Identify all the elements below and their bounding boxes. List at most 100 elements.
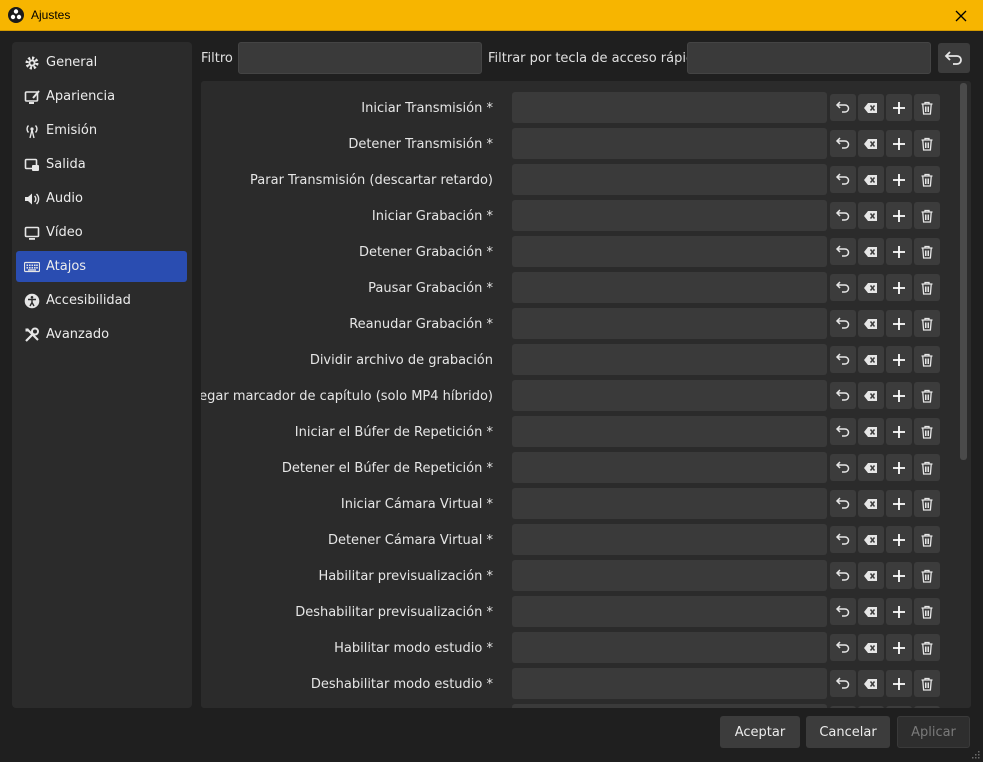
cancel-button[interactable]: Cancelar <box>806 716 890 748</box>
revert-button[interactable] <box>830 670 856 697</box>
hotkey-input[interactable] <box>512 344 827 375</box>
add-button[interactable] <box>886 598 912 625</box>
clear-button[interactable] <box>858 706 884 708</box>
revert-button[interactable] <box>830 274 856 301</box>
hotkey-input[interactable] <box>512 272 827 303</box>
hotkey-input[interactable] <box>512 92 827 123</box>
hotkey-input[interactable] <box>512 308 827 339</box>
close-window-button[interactable] <box>939 0 983 31</box>
accept-button[interactable]: Aceptar <box>720 716 800 748</box>
sidebar-item-audio[interactable]: Audio <box>16 183 187 214</box>
sidebar-item-atajos[interactable]: Atajos <box>16 251 187 282</box>
remove-button[interactable] <box>914 526 940 553</box>
clear-button[interactable] <box>858 274 884 301</box>
revert-button[interactable] <box>830 418 856 445</box>
add-button[interactable] <box>886 346 912 373</box>
remove-button[interactable] <box>914 382 940 409</box>
clear-button[interactable] <box>858 346 884 373</box>
add-button[interactable] <box>886 562 912 589</box>
clear-button[interactable] <box>858 670 884 697</box>
filter-input[interactable] <box>238 42 482 74</box>
remove-button[interactable] <box>914 202 940 229</box>
clear-button[interactable] <box>858 94 884 121</box>
remove-button[interactable] <box>914 454 940 481</box>
sidebar-item-accesibilidad[interactable]: Accesibilidad <box>16 285 187 316</box>
add-button[interactable] <box>886 418 912 445</box>
add-button[interactable] <box>886 130 912 157</box>
add-button[interactable] <box>886 634 912 661</box>
add-button[interactable] <box>886 454 912 481</box>
hotkey-input[interactable] <box>512 668 827 699</box>
remove-button[interactable] <box>914 166 940 193</box>
revert-button[interactable] <box>830 202 856 229</box>
clear-button[interactable] <box>858 310 884 337</box>
sidebar-item-avanzado[interactable]: Avanzado <box>16 319 187 350</box>
remove-button[interactable] <box>914 274 940 301</box>
add-button[interactable] <box>886 490 912 517</box>
scrollbar[interactable] <box>958 81 969 708</box>
add-button[interactable] <box>886 166 912 193</box>
add-button[interactable] <box>886 202 912 229</box>
remove-button[interactable] <box>914 94 940 121</box>
hotkey-input[interactable] <box>512 632 827 663</box>
remove-button[interactable] <box>914 346 940 373</box>
clear-button[interactable] <box>858 130 884 157</box>
hotkey-input[interactable] <box>512 704 827 708</box>
clear-button[interactable] <box>858 202 884 229</box>
revert-button[interactable] <box>830 634 856 661</box>
remove-button[interactable] <box>914 310 940 337</box>
remove-button[interactable] <box>914 490 940 517</box>
revert-button[interactable] <box>830 526 856 553</box>
remove-button[interactable] <box>914 670 940 697</box>
add-button[interactable] <box>886 670 912 697</box>
revert-button[interactable] <box>830 382 856 409</box>
hotkey-input[interactable] <box>512 560 827 591</box>
apply-button[interactable]: Aplicar <box>897 716 970 748</box>
hotkey-input[interactable] <box>512 164 827 195</box>
revert-button[interactable] <box>830 454 856 481</box>
sidebar-item-apariencia[interactable]: Apariencia <box>16 81 187 112</box>
remove-button[interactable] <box>914 418 940 445</box>
hotkey-input[interactable] <box>512 416 827 447</box>
add-button[interactable] <box>886 274 912 301</box>
add-button[interactable] <box>886 94 912 121</box>
revert-button[interactable] <box>830 598 856 625</box>
revert-button[interactable] <box>830 130 856 157</box>
hotkey-input[interactable] <box>512 488 827 519</box>
add-button[interactable] <box>886 310 912 337</box>
add-button[interactable] <box>886 526 912 553</box>
clear-button[interactable] <box>858 166 884 193</box>
hotkey-input[interactable] <box>512 200 827 231</box>
resize-grip-icon[interactable] <box>970 749 980 759</box>
clear-button[interactable] <box>858 238 884 265</box>
scrollbar-thumb[interactable] <box>960 83 967 460</box>
remove-button[interactable] <box>914 238 940 265</box>
hotkey-input[interactable] <box>512 380 827 411</box>
remove-button[interactable] <box>914 706 940 708</box>
hotkey-input[interactable] <box>512 524 827 555</box>
revert-button[interactable] <box>830 94 856 121</box>
sidebar-item-video[interactable]: Vídeo <box>16 217 187 248</box>
revert-button[interactable] <box>830 166 856 193</box>
revert-button[interactable] <box>830 310 856 337</box>
clear-button[interactable] <box>858 562 884 589</box>
clear-button[interactable] <box>858 454 884 481</box>
clear-button[interactable] <box>858 598 884 625</box>
hotkey-input[interactable] <box>512 128 827 159</box>
revert-button[interactable] <box>830 490 856 517</box>
clear-button[interactable] <box>858 634 884 661</box>
add-button[interactable] <box>886 238 912 265</box>
clear-button[interactable] <box>858 418 884 445</box>
hotkey-input[interactable] <box>512 236 827 267</box>
remove-button[interactable] <box>914 634 940 661</box>
remove-button[interactable] <box>914 598 940 625</box>
sidebar-item-general[interactable]: General <box>16 47 187 78</box>
hotkey-input[interactable] <box>512 596 827 627</box>
clear-button[interactable] <box>858 382 884 409</box>
revert-button[interactable] <box>830 346 856 373</box>
sidebar-item-emision[interactable]: Emisión <box>16 115 187 146</box>
sidebar-item-salida[interactable]: Salida <box>16 149 187 180</box>
add-button[interactable] <box>886 382 912 409</box>
revert-button[interactable] <box>830 238 856 265</box>
revert-button[interactable] <box>830 706 856 708</box>
